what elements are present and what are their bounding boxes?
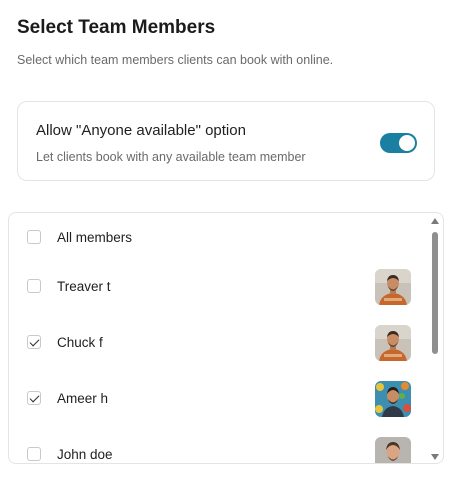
page-subtitle: Select which team members clients can bo… [17,53,334,67]
list-item[interactable]: Chuck f [9,323,429,363]
member-name: John doe [57,447,113,462]
all-members-label: All members [57,230,133,245]
avatar [375,269,411,305]
anyone-available-card: Allow "Anyone available" option Let clie… [17,101,435,181]
member-checkbox[interactable] [27,279,41,293]
member-checkbox[interactable] [27,447,41,461]
avatar [375,437,411,463]
man-orange-shirt-avatar-icon [375,269,411,305]
all-members-checkbox[interactable] [27,230,41,244]
scroll-down-arrow-icon[interactable] [431,454,439,460]
avatar [375,381,411,417]
anyone-available-title: Allow "Anyone available" option [36,122,246,139]
man-orange-shirt-avatar-icon [375,325,411,361]
member-name: Chuck f [57,335,103,350]
anyone-available-toggle[interactable] [380,133,417,153]
list-scrollbar[interactable] [428,216,442,462]
scroll-up-arrow-icon[interactable] [431,218,439,224]
man-gray-background-avatar-icon [375,437,411,463]
member-checkbox[interactable] [27,391,41,405]
page-title: Select Team Members [17,17,216,38]
team-members-list: All members Treaver t Chuck f Ameer h Jo… [8,212,444,464]
list-item-all-members[interactable]: All members [9,218,429,258]
toggle-knob [399,135,415,151]
anyone-available-description: Let clients book with any available team… [36,150,306,164]
member-name: Ameer h [57,391,109,406]
member-name: Treaver t [57,279,111,294]
list-item[interactable]: Treaver t [9,267,429,307]
list-item[interactable]: Ameer h [9,379,429,419]
scroll-thumb[interactable] [432,232,438,354]
avatar [375,325,411,361]
list-item[interactable]: John doe [9,435,429,463]
man-floral-background-avatar-icon [375,381,411,417]
member-checkbox[interactable] [27,335,41,349]
